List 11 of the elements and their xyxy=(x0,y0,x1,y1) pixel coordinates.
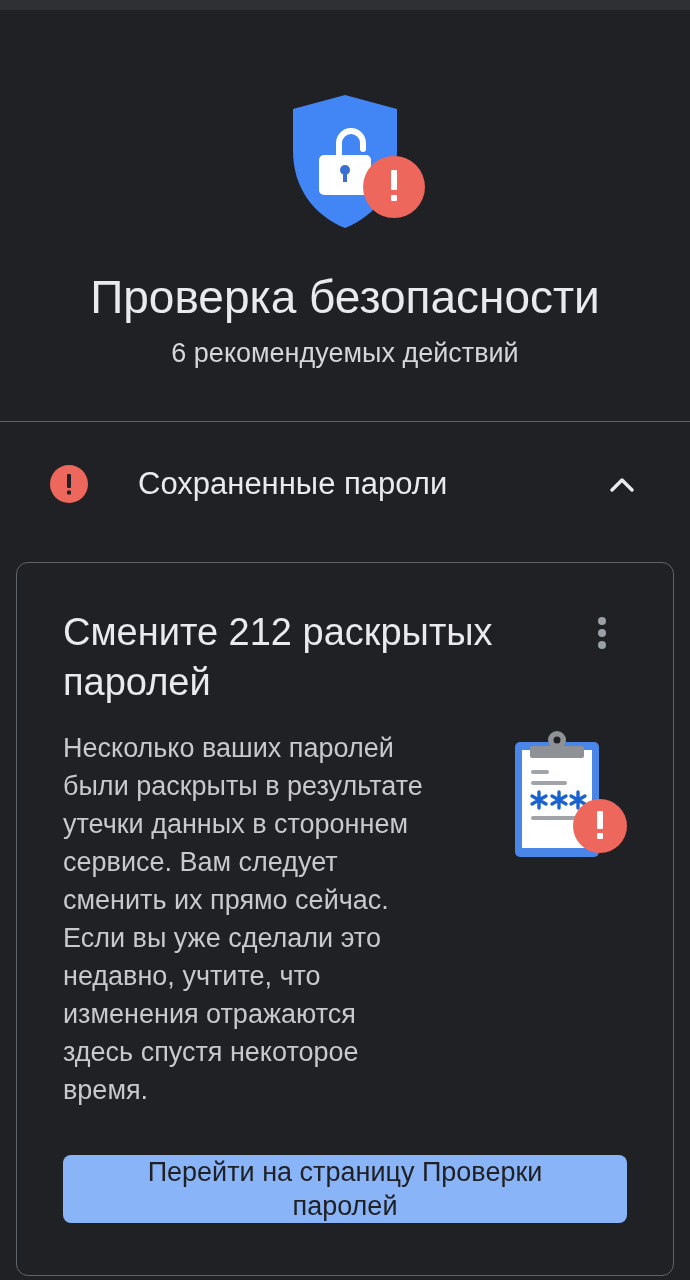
section-title[interactable]: Сохраненные пароли xyxy=(138,465,610,503)
shield-lock-alert-icon xyxy=(292,95,426,228)
page-title: Проверка безопасности xyxy=(90,270,600,325)
page-subtitle: 6 рекомендуемых действий xyxy=(171,337,519,370)
password-checkup-button[interactable]: Перейти на страницу Проверки паролей xyxy=(63,1155,627,1223)
more-options-icon[interactable] xyxy=(598,617,606,649)
clipboard-password-alert-icon xyxy=(515,730,627,857)
chevron-up-icon[interactable] xyxy=(610,476,634,492)
card-description: Несколько ваших паролей были раскрыты в результате утечки данных в стороннем сервисе. Вам следует сменить их прямо сейчас. Если вы уже сделали это недавно, учтите, что изменения отражаются здесь спустя некоторое время. xyxy=(63,732,424,1107)
alert-icon xyxy=(50,465,88,503)
card-title: Смените 212 раскрытых паролей xyxy=(63,610,494,705)
